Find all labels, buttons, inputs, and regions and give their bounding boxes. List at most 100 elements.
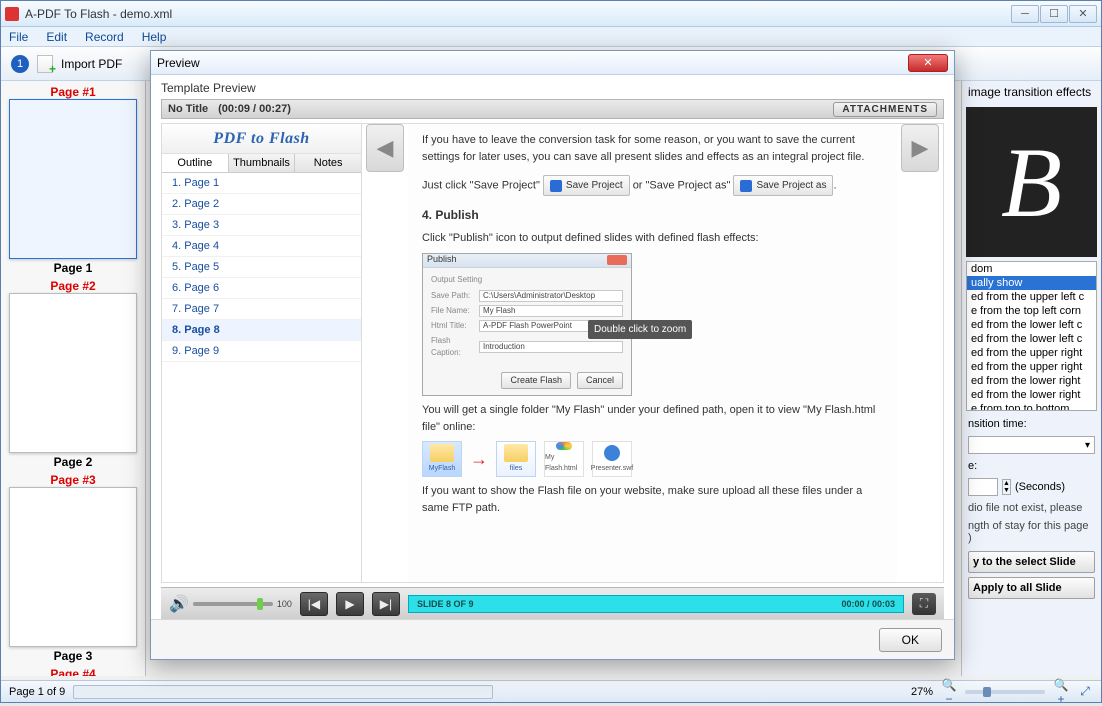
thumb-caption: Page #1 [9, 85, 137, 99]
effect-list[interactable]: dom ually show ed from the upper left c … [966, 261, 1097, 411]
tab-thumbnails[interactable]: Thumbnails [229, 154, 296, 172]
zoom-tooltip: Double click to zoom [588, 320, 692, 339]
play-button[interactable]: ▶ [336, 592, 364, 616]
thumb-3[interactable]: Page #3 Page 3 [9, 473, 137, 663]
menu-edit[interactable]: Edit [46, 30, 67, 44]
dialog-titlebar[interactable]: Preview ✕ [151, 51, 954, 75]
attachments-button[interactable]: ATTACHMENTS [833, 102, 937, 117]
close-button[interactable] [1069, 5, 1097, 23]
thumb-2[interactable]: Page #2 Page 2 [9, 279, 137, 469]
transition-time-row: nsition time: [962, 415, 1101, 433]
seconds-unit: (Seconds) [1015, 481, 1065, 493]
menu-record[interactable]: Record [85, 30, 124, 44]
minimize-button[interactable] [1011, 5, 1039, 23]
apply-select-slide-button[interactable]: y to the select Slide [968, 551, 1095, 573]
horizontal-scrollbar[interactable] [73, 685, 493, 699]
thumb-1[interactable]: Page #1 Page 1 [9, 85, 137, 275]
thumb-caption: Page #4 [9, 667, 137, 676]
effect-item[interactable]: e from the top left corn [967, 304, 1096, 318]
preview-dialog: Preview ✕ Template Preview No Title (00:… [150, 50, 955, 660]
dialog-close-button[interactable]: ✕ [908, 54, 948, 72]
template-preview-label: Template Preview [161, 81, 944, 95]
ftp-text: If you want to show the Flash file on yo… [422, 483, 883, 516]
zoom-in-icon[interactable]: 🔍+ [1053, 684, 1069, 700]
volume-control[interactable]: 🔊 100 [169, 594, 292, 614]
effect-item[interactable]: ed from the upper left c [967, 290, 1096, 304]
prev-button[interactable]: |◀ [300, 592, 328, 616]
outline-item[interactable]: 2. Page 2 [162, 194, 361, 215]
effect-item[interactable]: dom [967, 262, 1096, 276]
output-setting-label: Output Setting [431, 274, 623, 286]
create-flash-button: Create Flash [501, 372, 571, 390]
audio-note-2: ngth of stay for this page ) [962, 517, 1101, 547]
page-thumbnails[interactable]: Page #1 Page 1 Page #2 Page 2 Page #3 Pa… [1, 81, 146, 676]
menu-help[interactable]: Help [142, 30, 167, 44]
outline-item[interactable]: 1. Page 1 [162, 173, 361, 194]
effect-item[interactable]: ually show [967, 276, 1096, 290]
effect-item[interactable]: e from top to bottom [967, 402, 1096, 411]
effect-item[interactable]: ed from the upper right [967, 346, 1096, 360]
effect-item[interactable]: ed from the lower left c [967, 332, 1096, 346]
folder-row: MyFlash → files My Flash.html Presenter.… [422, 441, 883, 477]
slide-area: PDF to Flash Outline Thumbnails Notes 1.… [161, 123, 944, 583]
outline-item[interactable]: 3. Page 3 [162, 215, 361, 236]
effect-item[interactable]: ed from the upper right [967, 360, 1096, 374]
outline-item[interactable]: 9. Page 9 [162, 341, 361, 362]
next-slide-button[interactable]: ▶ [901, 124, 939, 172]
zoom-fit-icon[interactable]: ⤢ [1077, 684, 1093, 700]
slide-viewer[interactable]: If you have to leave the conversion task… [408, 124, 897, 582]
progress-track[interactable]: SLIDE 8 OF 9 00:00 / 00:03 [408, 595, 904, 613]
apply-all-slide-button[interactable]: Apply to all Slide [968, 577, 1095, 599]
dialog-mask: Preview ✕ Template Preview No Title (00:… [0, 0, 1102, 703]
effect-item[interactable]: ed from the lower right [967, 388, 1096, 402]
text: or "Save Project as" [633, 179, 731, 191]
prev-slide-button[interactable]: ◀ [366, 124, 404, 172]
transition-time-select[interactable] [968, 436, 1095, 454]
outline-item[interactable]: 7. Page 7 [162, 299, 361, 320]
tab-outline[interactable]: Outline [162, 154, 229, 172]
flash-caption-value: Introduction [479, 341, 623, 353]
right-panel: image transition effects B dom ually sho… [961, 81, 1101, 676]
outline-item[interactable]: 4. Page 4 [162, 236, 361, 257]
speaker-icon[interactable]: 🔊 [169, 594, 189, 614]
dialog-footer: OK [151, 619, 954, 659]
titlebar[interactable]: A-PDF To Flash - demo.xml [1, 1, 1101, 27]
menu-file[interactable]: File [9, 30, 28, 44]
effect-item[interactable]: ed from the lower right [967, 374, 1096, 388]
menubar: File Edit Record Help [1, 27, 1101, 47]
outline-list[interactable]: 1. Page 1 2. Page 2 3. Page 3 4. Page 4 … [162, 173, 361, 582]
thumb-image[interactable] [9, 99, 137, 259]
import-pdf-icon[interactable] [37, 55, 53, 73]
time-row: e: [962, 457, 1101, 475]
text: Just click "Save Project" [422, 179, 540, 191]
window-title: A-PDF To Flash - demo.xml [25, 7, 1011, 21]
folder-myflash: MyFlash [422, 441, 462, 477]
thumb-foot: Page 2 [9, 453, 137, 469]
file-swf: Presenter.swf [592, 441, 632, 477]
thumb-image[interactable] [9, 293, 137, 453]
effect-item[interactable]: ed from the lower left c [967, 318, 1096, 332]
maximize-button[interactable] [1040, 5, 1068, 23]
thumb-4[interactable]: Page #4 [9, 667, 137, 676]
outline-item[interactable]: 8. Page 8 [162, 320, 361, 341]
tab-notes[interactable]: Notes [295, 154, 361, 172]
volume-slider[interactable] [193, 602, 273, 606]
after-publish-text: You will get a single folder "My Flash" … [422, 402, 883, 435]
outline-item[interactable]: 6. Page 6 [162, 278, 361, 299]
outline-item[interactable]: 5. Page 5 [162, 257, 361, 278]
thumb-image[interactable] [9, 487, 137, 647]
save-project-button: Save Project [543, 175, 630, 196]
next-button[interactable]: ▶| [372, 592, 400, 616]
slide-header: No Title (00:09 / 00:27) ATTACHMENTS [161, 99, 944, 119]
fullscreen-button[interactable]: ⛶ [912, 593, 936, 615]
save-project-line: Just click "Save Project" Save Project o… [422, 175, 883, 196]
zoom-out-icon[interactable]: 🔍− [941, 684, 957, 700]
ok-button[interactable]: OK [879, 628, 942, 652]
seconds-input[interactable] [968, 478, 998, 496]
save-path-label: Save Path: [431, 290, 475, 302]
publish-text: Click "Publish" icon to output defined s… [422, 230, 883, 247]
import-pdf-label[interactable]: Import PDF [61, 57, 122, 71]
seconds-spinner[interactable]: ▲▼ [1002, 479, 1011, 495]
zoom-value: 27% [911, 686, 933, 698]
zoom-slider[interactable] [965, 690, 1045, 694]
